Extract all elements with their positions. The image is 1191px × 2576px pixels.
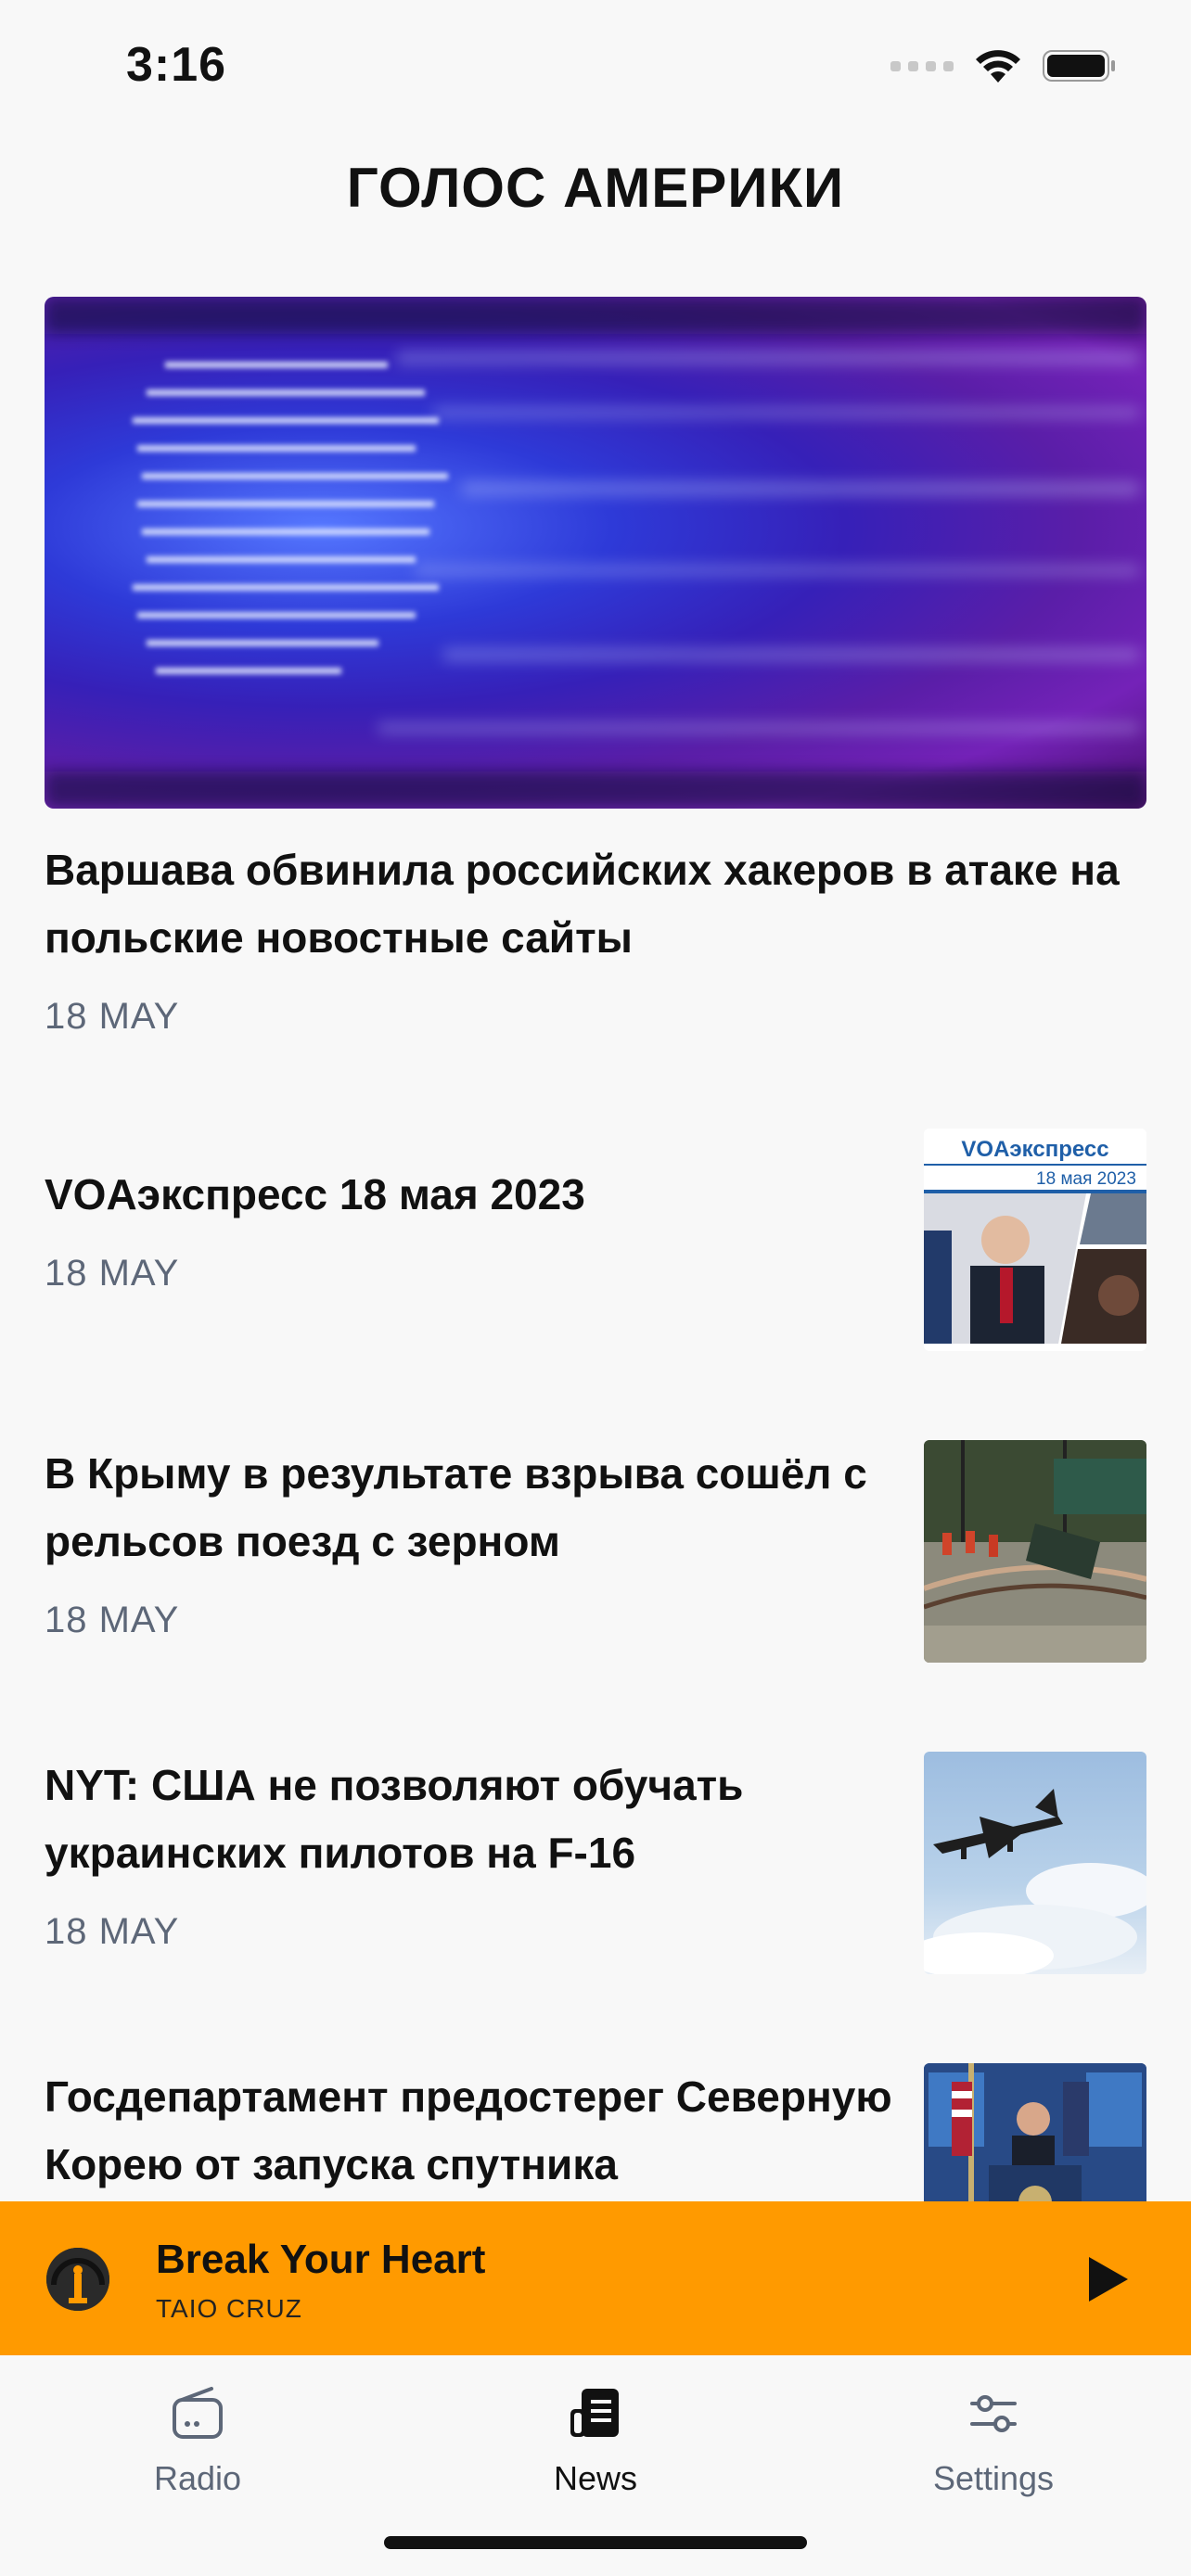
tab-label: News (553, 2459, 638, 2497)
cellular-signal-icon (890, 60, 954, 71)
track-artist: TAIO CRUZ (156, 2294, 302, 2323)
news-date: 18 MAY (45, 1911, 180, 1952)
tab-news[interactable]: News (456, 2381, 735, 2498)
thumb-date: 18 мая 2023 (1036, 1169, 1136, 1189)
home-indicator[interactable] (384, 2536, 807, 2549)
list-item[interactable]: Госдепартамент предостерег Северную Коре… (45, 2063, 1146, 2202)
station-logo-icon (46, 2248, 109, 2311)
news-feed[interactable]: Варшава обвинила российских хакеров в ат… (45, 297, 1146, 2202)
hero-date: 18 MAY (45, 996, 180, 1037)
news-title[interactable]: Госдепартамент предостерег Северную Коре… (45, 2063, 907, 2199)
news-icon (570, 2389, 619, 2437)
hero-title[interactable]: Варшава обвинила российских хакеров в ат… (45, 836, 1146, 972)
news-thumbnail[interactable] (924, 2063, 1146, 2202)
news-title[interactable]: В Крыму в результате взрыва сошёл с рель… (45, 1440, 907, 1575)
news-date: 18 MAY (45, 1253, 180, 1294)
radio-icon (173, 2387, 223, 2439)
battery-icon (1043, 50, 1115, 82)
news-thumbnail[interactable] (924, 1440, 1146, 1663)
hero-article[interactable]: Варшава обвинила российских хакеров в ат… (45, 297, 1146, 1038)
now-playing-bar[interactable]: Break Your Heart TAIO CRUZ (0, 2201, 1191, 2355)
play-icon[interactable] (1078, 2251, 1133, 2307)
tab-radio[interactable]: Radio (58, 2381, 337, 2498)
news-title[interactable]: VOAэкспресс 18 мая 2023 (45, 1161, 907, 1229)
news-date: 18 MAY (45, 1600, 180, 1640)
thumb-brand: VOAэкспресс (961, 1137, 1108, 1162)
code-screen-image[interactable] (45, 297, 1146, 809)
wifi-icon (976, 50, 1020, 83)
news-title[interactable]: NYT: США не позволяют обучать украинских… (45, 1752, 907, 1887)
status-indicators (890, 43, 1117, 89)
page-title: ГОЛОС АМЕРИКИ (346, 157, 845, 219)
status-bar: 3:16 (0, 0, 1191, 139)
news-thumbnail[interactable]: VOAэкспресс 18 мая 2023 (924, 1129, 1146, 1351)
list-item[interactable]: В Крыму в результате взрыва сошёл с рель… (45, 1440, 1146, 1663)
status-time: 3:16 (126, 38, 227, 92)
list-item[interactable]: VOAэкспресс 18 мая 2023 18 MAY VOAэкспре… (45, 1129, 1146, 1351)
sliders-icon (970, 2395, 1017, 2432)
news-thumbnail[interactable] (924, 1752, 1146, 1974)
tab-label: Settings (932, 2459, 1055, 2497)
track-title: Break Your Heart (156, 2237, 486, 2282)
list-item[interactable]: NYT: США не позволяют обучать украинских… (45, 1752, 1146, 1974)
tab-label: Radio (153, 2459, 242, 2497)
tab-settings[interactable]: Settings (854, 2381, 1133, 2498)
